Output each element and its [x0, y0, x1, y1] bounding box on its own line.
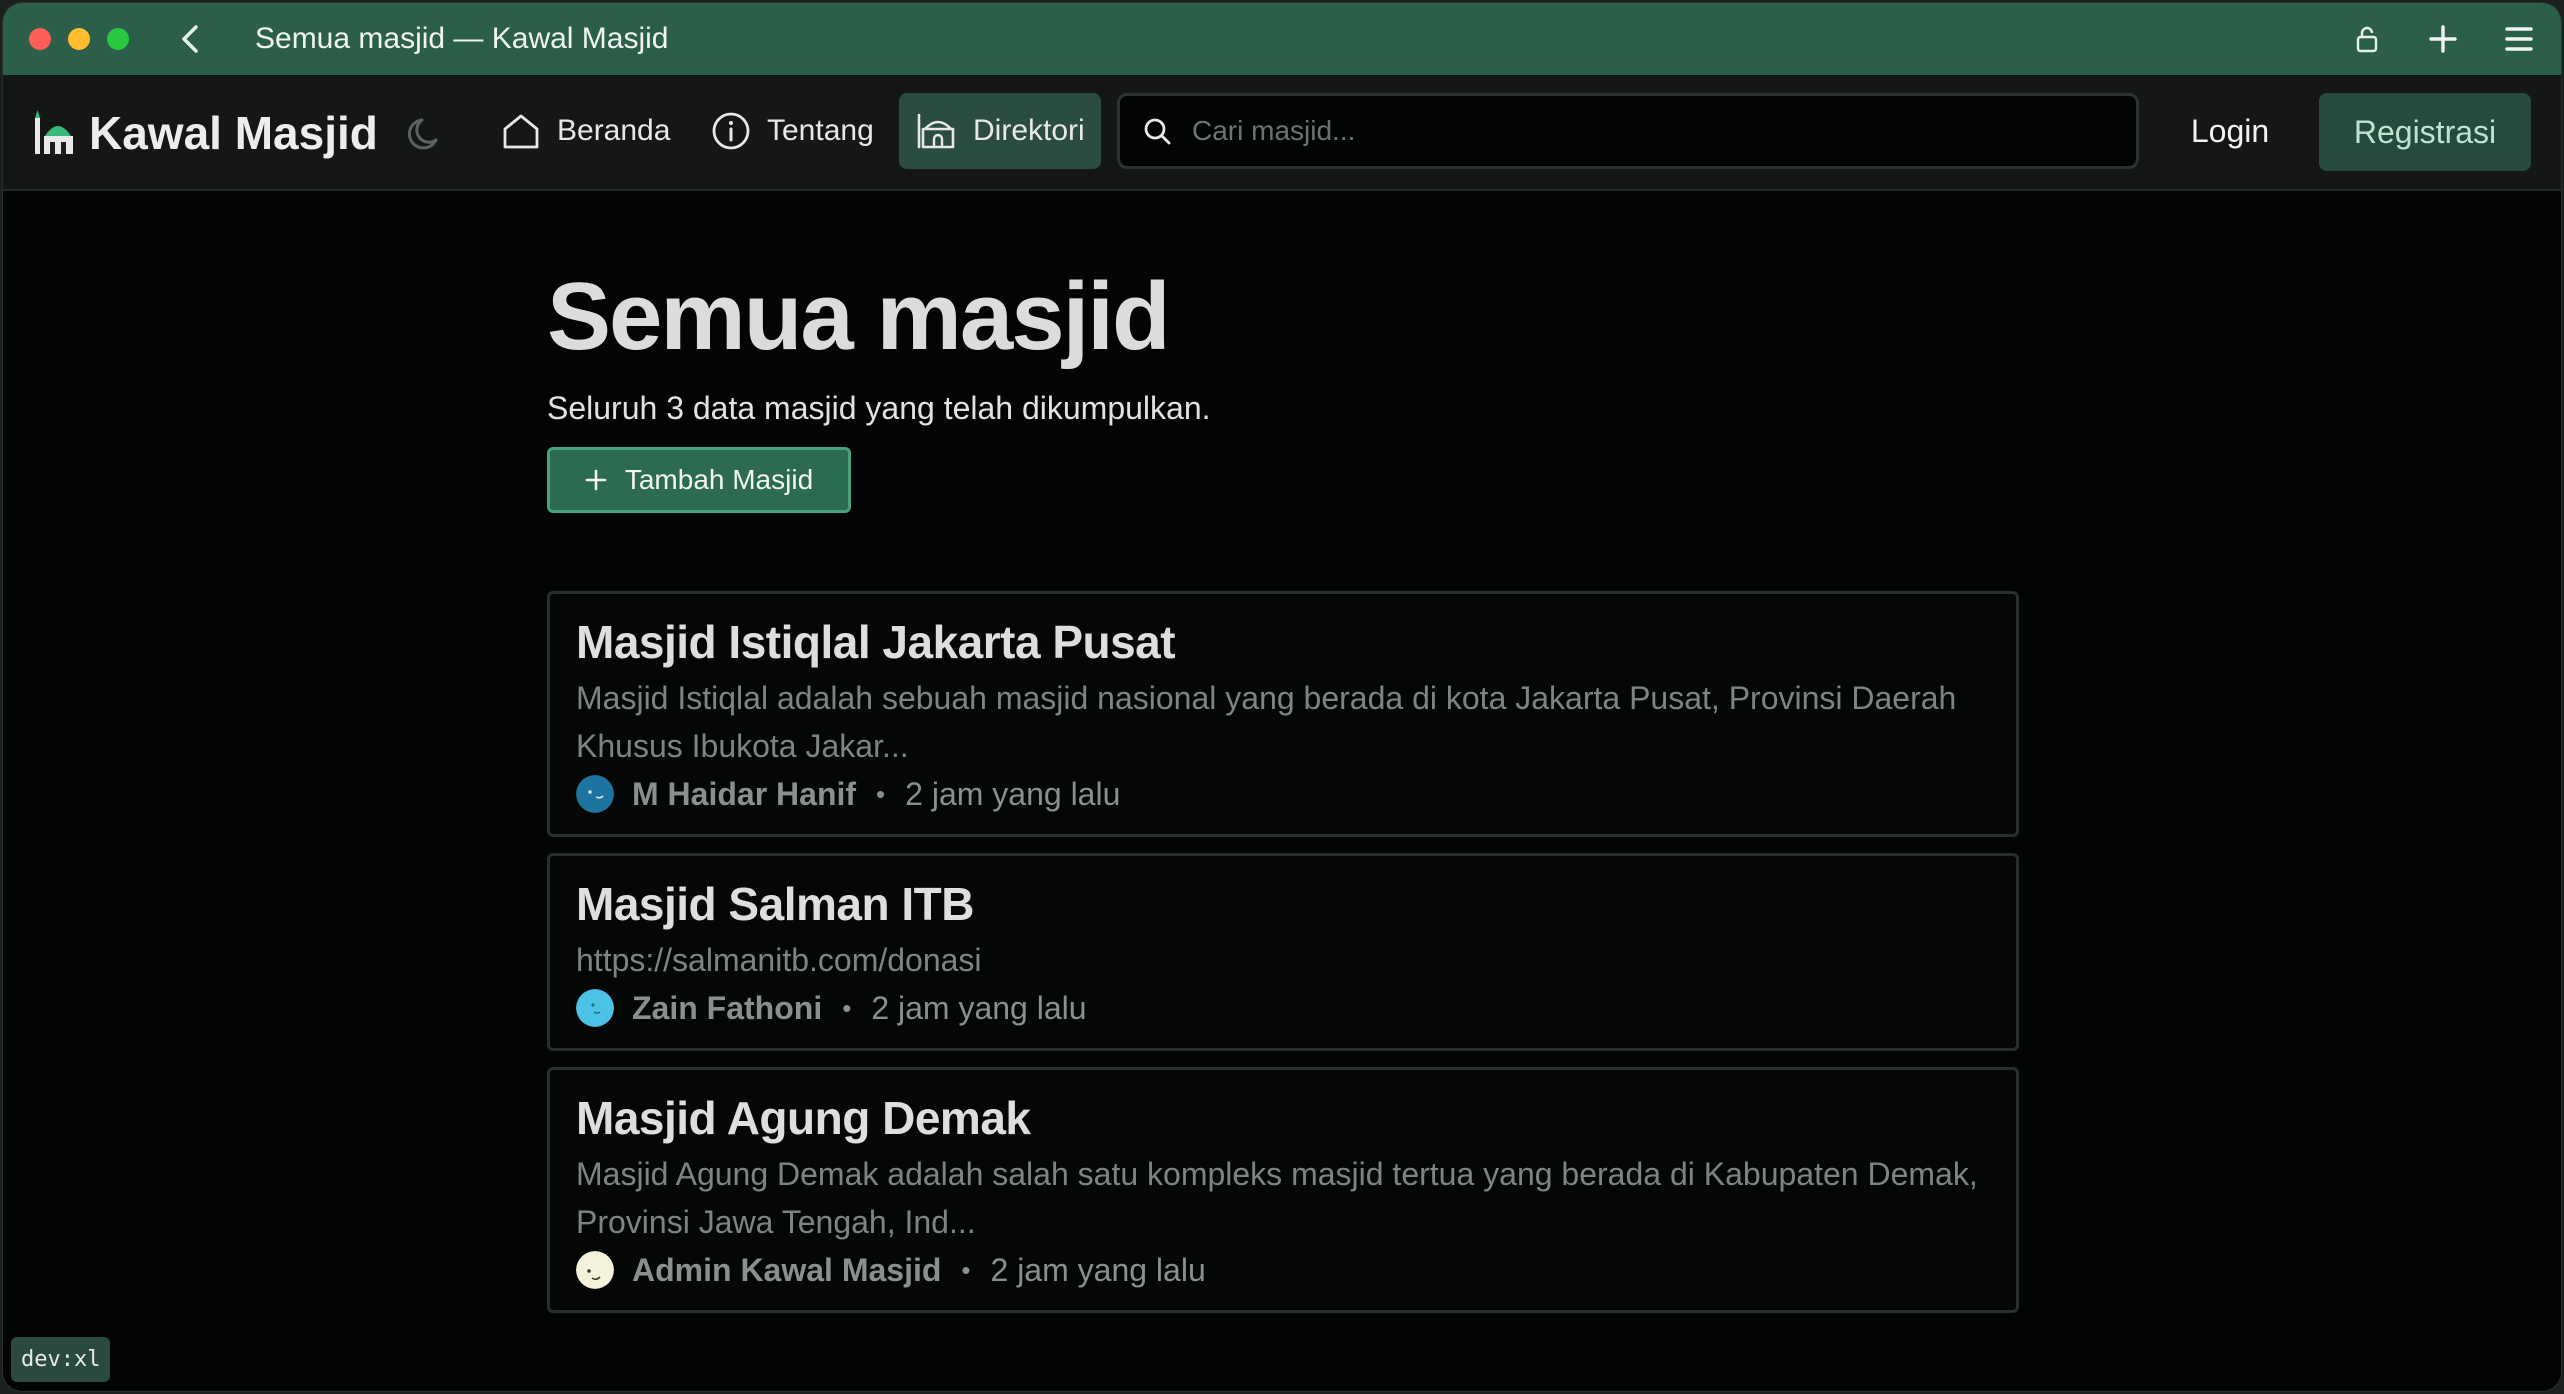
- search-box[interactable]: [1117, 93, 2139, 169]
- mosque-time: 2 jam yang lalu: [905, 775, 1121, 812]
- unlock-icon: [2356, 26, 2378, 53]
- info-icon: [712, 112, 750, 150]
- page-title: Semua masjid: [547, 263, 1171, 370]
- mosque-time: 2 jam yang lalu: [871, 989, 1087, 1026]
- mosque-description: Masjid Istiqlal adalah sebuah masjid nas…: [576, 680, 1957, 764]
- mosque-name: Masjid Agung Demak: [576, 1092, 1031, 1144]
- home-icon: [503, 114, 539, 149]
- mosque-description: https://salmanitb.com/donasi: [576, 942, 982, 978]
- mosque-author: M Haidar Hanif: [632, 775, 857, 812]
- mosque-description: Masjid Agung Demak adalah salah satu kom…: [576, 1156, 1978, 1240]
- title-bar-actions: [2349, 3, 2537, 75]
- plus-icon: [2429, 25, 2457, 53]
- add-mosque-button[interactable]: Tambah Masjid: [547, 447, 851, 513]
- mosque-meta: Admin Kawal Masjid • 2 jam yang lalu: [576, 1248, 1990, 1292]
- mosque-icon: [917, 113, 955, 149]
- menu-button[interactable]: [2501, 21, 2537, 57]
- avatar: [576, 989, 614, 1027]
- brand-link[interactable]: Kawal Masjid: [33, 103, 378, 163]
- window-controls: [29, 28, 129, 50]
- nav-link-label: Direktori: [973, 114, 1085, 147]
- page-subtitle: Seluruh 3 data masjid yang telah dikumpu…: [547, 390, 1211, 426]
- meta-separator: •: [961, 1254, 971, 1285]
- login-button[interactable]: Login: [2169, 93, 2291, 169]
- nav-link-beranda[interactable]: Beranda: [485, 93, 686, 169]
- theme-toggle-button[interactable]: [403, 111, 449, 157]
- brand-name: Kawal Masjid: [89, 107, 378, 159]
- avatar-icon: [576, 775, 614, 813]
- title-bar: Semua masjid — Kawal Masjid: [3, 3, 2561, 75]
- window-title: Semua masjid — Kawal Masjid: [255, 22, 669, 55]
- mosque-time: 2 jam yang lalu: [990, 1251, 1206, 1288]
- nav-link-direktori[interactable]: Direktori: [899, 93, 1101, 169]
- plus-icon: [585, 469, 607, 491]
- app-window: Semua masjid — Kawal Masjid Kawal Masjid…: [2, 2, 2562, 1392]
- main-content: Semua masjid Seluruh 3 data masjid yang …: [547, 191, 2019, 1313]
- nav-link-label: Tentang: [767, 114, 874, 147]
- mosque-author: Zain Fathoni: [632, 989, 823, 1026]
- close-window-button[interactable]: [29, 28, 51, 50]
- maximize-window-button[interactable]: [107, 28, 129, 50]
- new-tab-button[interactable]: [2425, 21, 2461, 57]
- mosque-card[interactable]: Masjid Istiqlal Jakarta Pusat Masjid Ist…: [547, 591, 2019, 837]
- back-button[interactable]: [173, 21, 209, 57]
- avatar-icon: [576, 989, 614, 1027]
- dev-breakpoint-badge: dev:xl: [11, 1337, 111, 1382]
- search-input[interactable]: [1192, 115, 2092, 147]
- minimize-window-button[interactable]: [68, 28, 90, 50]
- register-button[interactable]: Registrasi: [2319, 93, 2531, 171]
- search-icon: [1144, 118, 1171, 145]
- nav-link-tentang[interactable]: Tentang: [695, 93, 890, 169]
- navbar: Kawal Masjid Beranda Tentang Direktori C…: [3, 75, 2561, 191]
- avatar: [576, 1251, 614, 1289]
- meta-separator: •: [876, 778, 886, 809]
- mosque-card[interactable]: Masjid Agung Demak Masjid Agung Demak ad…: [547, 1067, 2019, 1313]
- mosque-card[interactable]: Masjid Salman ITB https://salmanitb.com/…: [547, 853, 2019, 1051]
- mosque-meta: Zain Fathoni • 2 jam yang lalu: [576, 986, 1990, 1030]
- meta-separator: •: [842, 992, 852, 1023]
- mosque-list: Masjid Istiqlal Jakarta Pusat Masjid Ist…: [547, 591, 2019, 1313]
- avatar: [576, 775, 614, 813]
- avatar-icon: [576, 1251, 614, 1289]
- mosque-logo-icon: [35, 110, 73, 154]
- lock-button[interactable]: [2349, 21, 2385, 57]
- mosque-name: Masjid Salman ITB: [576, 878, 974, 930]
- mosque-name: Masjid Istiqlal Jakarta Pusat: [576, 616, 1176, 668]
- hamburger-icon: [2505, 27, 2533, 51]
- chevron-left-icon: [182, 25, 198, 53]
- mosque-author: Admin Kawal Masjid: [632, 1251, 942, 1288]
- nav-link-label: Beranda: [557, 114, 671, 147]
- add-mosque-label: Tambah Masjid: [624, 464, 814, 495]
- moon-icon: [407, 118, 438, 150]
- mosque-meta: M Haidar Hanif • 2 jam yang lalu: [576, 772, 1990, 816]
